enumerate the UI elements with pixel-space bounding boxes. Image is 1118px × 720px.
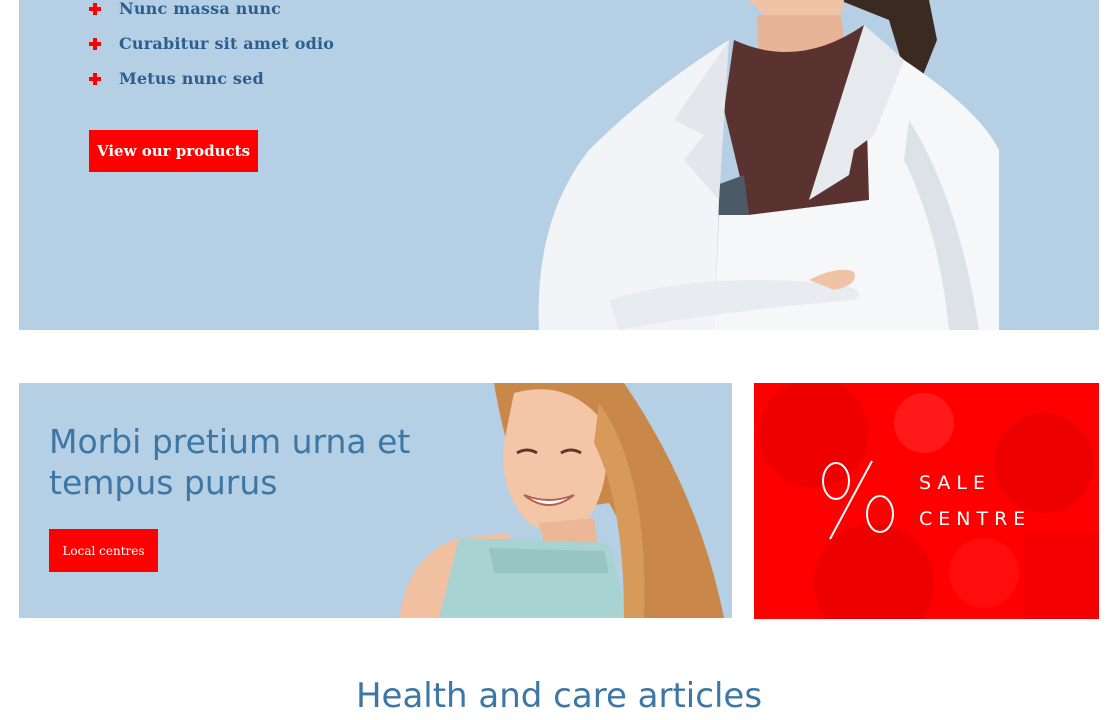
smiling-woman-photo	[399, 383, 724, 618]
feature-item: Metus nunc sed	[89, 61, 334, 96]
centre-label: CENTRE	[919, 508, 1032, 530]
articles-section-title: Health and care articles	[355, 676, 763, 716]
plus-icon	[89, 2, 101, 15]
promo-banner: Morbi pretium urna et tempus purus Local…	[19, 383, 732, 618]
sale-background-pattern	[759, 383, 1099, 619]
feature-item: Curabitur sit amet odio	[89, 26, 334, 61]
percent-icon	[822, 460, 894, 540]
feature-label: Curabitur sit amet odio	[119, 34, 335, 53]
feature-item: Nunc massa nunc	[89, 0, 334, 26]
view-products-button[interactable]: View our products	[89, 130, 258, 172]
sale-label: SALE	[919, 472, 992, 494]
hero-banner: Nunc massa nunc Curabitur sit amet odio …	[19, 0, 1099, 330]
plus-icon	[89, 37, 101, 50]
promo-title: Morbi pretium urna et tempus purus	[49, 422, 411, 502]
doctor-photo	[538, 0, 999, 330]
local-centres-button[interactable]: Local centres	[49, 529, 158, 572]
feature-label: Nunc massa nunc	[119, 0, 282, 18]
sale-centre-tile[interactable]: SALE CENTRE	[754, 383, 1099, 619]
feature-list: Nunc massa nunc Curabitur sit amet odio …	[89, 0, 334, 96]
plus-icon	[89, 72, 101, 85]
feature-label: Metus nunc sed	[119, 69, 264, 88]
